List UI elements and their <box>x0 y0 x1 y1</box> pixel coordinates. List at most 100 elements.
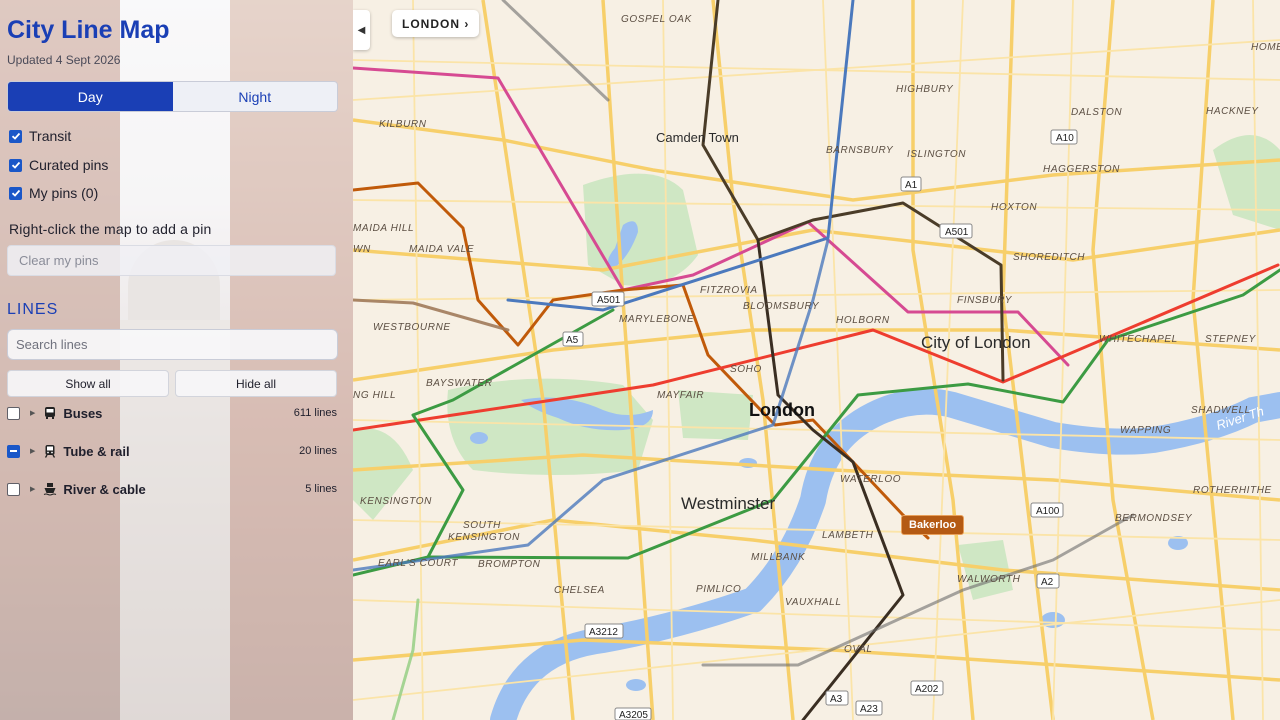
place-label: SOHO <box>730 364 762 375</box>
line-tooltip-bakerloo[interactable]: Bakerloo <box>901 515 965 535</box>
map-canvas[interactable]: GOSPEL OAK HOMERT HIGHBURY DALSTON HACKN… <box>353 0 1280 720</box>
checkbox-checked-icon[interactable] <box>9 129 22 143</box>
day-button[interactable]: Day <box>8 82 173 111</box>
collapse-sidebar-button[interactable]: ◀ <box>353 10 370 50</box>
road-shield-a501-east: A501 <box>939 223 973 239</box>
svg-text:A3: A3 <box>830 694 843 705</box>
place-label: WN <box>353 244 371 255</box>
road-shield-a1: A1 <box>900 176 922 192</box>
place-label: LAMBETH <box>822 530 874 541</box>
svg-text:A1: A1 <box>905 180 918 191</box>
place-label: BLOOMSBURY <box>743 301 820 312</box>
place-label: MILLBANK <box>751 552 806 563</box>
day-night-toggle: Day Night <box>7 81 338 112</box>
svg-text:A202: A202 <box>915 684 939 695</box>
svg-text:A3205: A3205 <box>619 710 648 720</box>
road-shield-a10: A10 <box>1050 129 1078 145</box>
breadcrumb-location[interactable]: LONDON › <box>392 10 480 37</box>
clear-pins-button[interactable]: Clear my pins <box>7 245 336 276</box>
place-label: VAUXHALL <box>785 597 842 608</box>
place-label: BARNSBURY <box>826 145 894 156</box>
place-label: OVAL <box>844 644 873 655</box>
map-base[interactable]: GOSPEL OAK HOMERT HIGHBURY DALSTON HACKN… <box>353 0 1280 720</box>
group-count: 20 lines <box>299 445 337 457</box>
place-label: HACKNEY <box>1206 106 1259 117</box>
layer-label: Curated pins <box>29 157 109 173</box>
place-label: KENSINGTON <box>360 496 432 507</box>
road-shield-a23: A23 <box>855 700 883 716</box>
place-label: CHELSEA <box>554 585 605 596</box>
train-icon <box>45 445 56 458</box>
svg-text:A100: A100 <box>1036 506 1060 517</box>
place-label: ROTHERHITHE <box>1193 485 1272 496</box>
place-label: HAGGERSTON <box>1043 164 1120 175</box>
group-checkbox[interactable] <box>7 482 20 496</box>
layer-toggle-my-pins[interactable]: My pins (0) <box>9 185 98 201</box>
svg-text:A10: A10 <box>1056 133 1074 144</box>
place-label: STEPNEY <box>1205 334 1257 345</box>
place-label: EARL'S COURT <box>378 558 458 569</box>
expand-triangle-icon[interactable]: ▶ <box>30 409 35 417</box>
updated-date: Updated 4 Sept 2026 <box>7 53 121 67</box>
group-checkbox[interactable] <box>7 406 20 420</box>
place-label: WESTBOURNE <box>373 322 451 333</box>
road-shield-a501-west: A501 <box>591 291 625 307</box>
chevron-left-icon: ◀ <box>357 24 366 36</box>
layer-toggle-curated-pins[interactable]: Curated pins <box>9 157 108 173</box>
place-label: WAPPING <box>1120 425 1171 436</box>
place-label: KENSINGTON <box>448 532 520 543</box>
sidebar: City Line Map Updated 4 Sept 2026 Day Ni… <box>0 0 353 720</box>
layer-toggle-transit[interactable]: Transit <box>9 128 71 144</box>
line-lightgreen <box>391 598 420 720</box>
place-label: PIMLICO <box>696 584 741 595</box>
add-pin-hint: Right-click the map to add a pin <box>9 221 212 237</box>
night-button[interactable]: Night <box>172 82 337 111</box>
group-checkbox-indeterminate[interactable] <box>7 444 20 458</box>
layer-label: My pins (0) <box>29 185 99 201</box>
line-group-buses[interactable]: ▶ Buses 611 lines <box>7 403 337 423</box>
place-label: SOUTH <box>463 520 501 531</box>
road-shield-a3: A3 <box>825 690 849 706</box>
place-label: ISLINGTON <box>907 149 966 160</box>
search-lines-input[interactable] <box>7 329 338 360</box>
place-label: MARYLEBONE <box>619 314 694 325</box>
place-label: BROMPTON <box>478 559 541 570</box>
place-label: MAIDA VALE <box>409 244 474 255</box>
place-label-city: City of London <box>921 333 1031 352</box>
place-label: HOMERT <box>1251 42 1280 53</box>
road-shield-a3212: A3212 <box>584 623 624 639</box>
expand-triangle-icon[interactable]: ▶ <box>30 447 35 455</box>
place-label-london: London <box>749 400 815 420</box>
boat-icon <box>44 483 57 496</box>
place-label: NG HILL <box>353 390 396 401</box>
road-shield-a3205: A3205 <box>614 707 652 720</box>
expand-triangle-icon[interactable]: ▶ <box>30 485 35 493</box>
svg-text:A3212: A3212 <box>589 627 618 638</box>
svg-text:A501: A501 <box>597 295 621 306</box>
hide-all-button[interactable]: Hide all <box>175 370 337 397</box>
place-label: MAYFAIR <box>657 390 704 401</box>
group-count: 5 lines <box>305 483 337 495</box>
line-group-river-cable[interactable]: ▶ River & cable 5 lines <box>7 479 337 499</box>
place-label-camden: Camden Town <box>656 130 739 145</box>
place-label-westminster: Westminster <box>681 494 775 513</box>
checkbox-checked-icon[interactable] <box>9 158 22 172</box>
checkbox-checked-icon[interactable] <box>9 186 22 200</box>
line-group-tube-rail[interactable]: ▶ Tube & rail 20 lines <box>7 441 337 461</box>
lines-heading: LINES <box>7 301 59 318</box>
place-label: HOXTON <box>991 202 1037 213</box>
place-label: BAYSWATER <box>426 378 493 389</box>
group-name: Tube & rail <box>63 443 130 459</box>
road-shield-a202: A202 <box>910 680 944 696</box>
place-label: WALWORTH <box>957 574 1021 585</box>
place-label: GOSPEL OAK <box>621 14 693 25</box>
show-all-button[interactable]: Show all <box>7 370 169 397</box>
place-label: KILBURN <box>379 119 427 130</box>
bus-icon <box>45 407 56 419</box>
road-shield-a2: A2 <box>1036 573 1060 589</box>
svg-text:A2: A2 <box>1041 577 1054 588</box>
place-label: BERMONDSEY <box>1115 513 1193 524</box>
group-name: River & cable <box>63 481 146 497</box>
place-label: WATERLOO <box>840 474 901 485</box>
place-label: MAIDA HILL <box>353 223 414 234</box>
